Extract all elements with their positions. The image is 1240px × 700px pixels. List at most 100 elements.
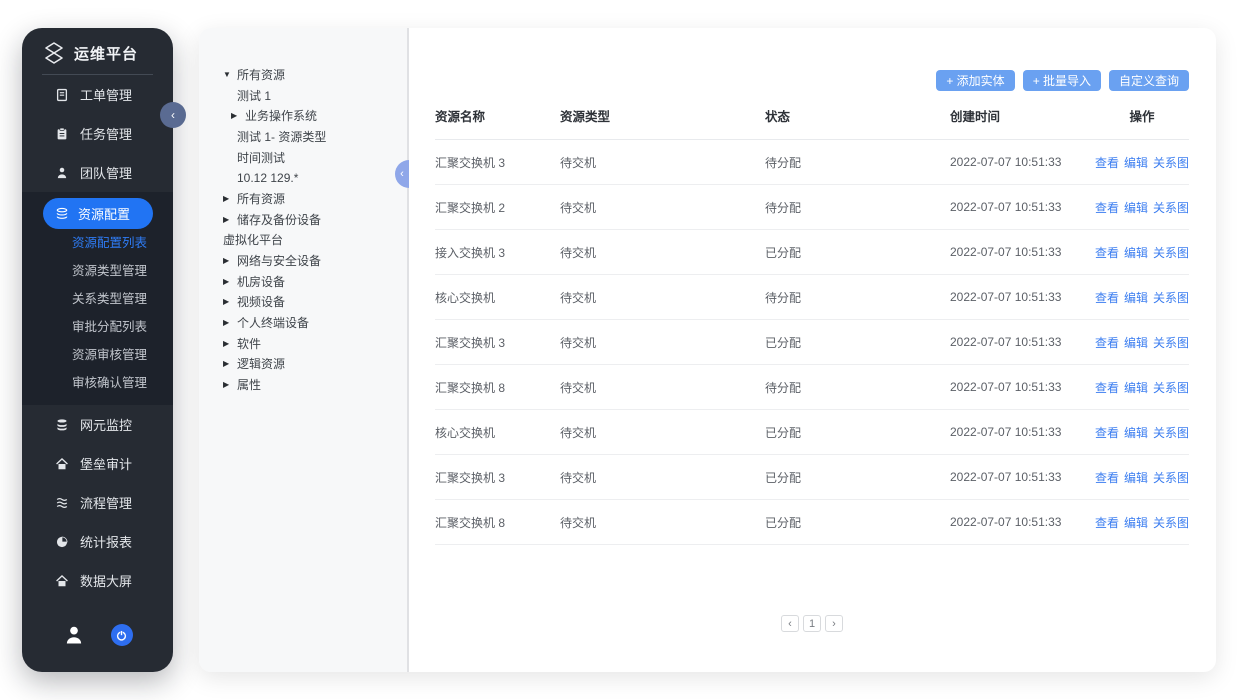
tree-item[interactable]: 测试 1 xyxy=(199,85,407,106)
tree-arrow-icon: ▶ xyxy=(223,359,237,368)
cell-actions: 查看 编辑 关系图 xyxy=(1095,514,1189,531)
sidebar-item-process-management[interactable]: 流程管理 xyxy=(22,483,173,522)
tree-item[interactable]: ▶ 逻辑资源 xyxy=(199,354,407,375)
edit-link[interactable]: 编辑 xyxy=(1124,379,1148,396)
sidebar-item-tasks[interactable]: 任务管理 xyxy=(22,114,173,153)
app-title: 运维平台 xyxy=(74,43,138,64)
relation-diagram-link[interactable]: 关系图 xyxy=(1153,154,1189,171)
cell-resource-name: 汇聚交换机 3 xyxy=(435,469,560,486)
tree-arrow-icon: ▶ xyxy=(223,339,237,348)
avatar-user-icon[interactable] xyxy=(63,624,85,646)
relation-diagram-link[interactable]: 关系图 xyxy=(1153,244,1189,261)
tree-item-label: 储存及备份设备 xyxy=(237,211,321,228)
sidebar-submenu-item[interactable]: 关系类型管理 xyxy=(22,285,173,313)
cell-status: 待分配 xyxy=(765,289,950,306)
edit-link[interactable]: 编辑 xyxy=(1124,424,1148,441)
cell-status: 已分配 xyxy=(765,334,950,351)
cell-resource-name: 汇聚交换机 8 xyxy=(435,514,560,531)
sidebar-nav: 工单管理 任务管理 团队管理 资源配置 资源配置列表 资源类型管理 关系类型管理 xyxy=(22,75,173,600)
custom-query-button[interactable]: 自定义查询 xyxy=(1109,70,1189,91)
view-link[interactable]: 查看 xyxy=(1095,154,1119,171)
view-link[interactable]: 查看 xyxy=(1095,334,1119,351)
add-entity-button[interactable]: + 添加实体 xyxy=(936,70,1014,91)
relation-diagram-link[interactable]: 关系图 xyxy=(1153,379,1189,396)
tree-item[interactable]: 虚拟化平台 xyxy=(199,230,407,251)
tree-item[interactable]: ▶ 软件 xyxy=(199,333,407,354)
tree-item[interactable]: ▼ 所有资源 xyxy=(199,64,407,85)
relation-diagram-link[interactable]: 关系图 xyxy=(1153,289,1189,306)
tree-arrow-icon: ▶ xyxy=(223,277,237,286)
sidebar: 运维平台 工单管理 任务管理 团队管理 资源配置 资源配置列表 xyxy=(22,28,173,672)
sidebar-collapse-button[interactable]: ‹ xyxy=(160,102,186,128)
logo-icon xyxy=(42,41,66,65)
table-row: 汇聚交换机 8 待交机 已分配 2022-07-07 10:51:33 查看 编… xyxy=(435,500,1189,545)
toolbar: + 添加实体 + 批量导入 自定义查询 xyxy=(435,70,1189,91)
tree-item[interactable]: 时间测试 xyxy=(199,147,407,168)
sidebar-item-bastion-audit[interactable]: 堡垒审计 xyxy=(22,444,173,483)
page-number-button[interactable]: 1 xyxy=(803,615,821,632)
home-icon xyxy=(55,457,69,471)
sidebar-item-teams[interactable]: 团队管理 xyxy=(22,153,173,192)
edit-link[interactable]: 编辑 xyxy=(1124,154,1148,171)
power-button[interactable] xyxy=(111,624,133,646)
edit-link[interactable]: 编辑 xyxy=(1124,289,1148,306)
view-link[interactable]: 查看 xyxy=(1095,379,1119,396)
edit-link[interactable]: 编辑 xyxy=(1124,334,1148,351)
tree-item[interactable]: ▶ 个人终端设备 xyxy=(199,312,407,333)
edit-link[interactable]: 编辑 xyxy=(1124,244,1148,261)
sidebar-item-resource-config[interactable]: 资源配置 xyxy=(43,198,153,229)
edit-link[interactable]: 编辑 xyxy=(1124,469,1148,486)
sidebar-submenu-item[interactable]: 审核确认管理 xyxy=(22,369,173,397)
edit-link[interactable]: 编辑 xyxy=(1124,514,1148,531)
sidebar-item-statistics-reports[interactable]: 统计报表 xyxy=(22,522,173,561)
edit-link[interactable]: 编辑 xyxy=(1124,199,1148,216)
cell-created-time: 2022-07-07 10:51:33 xyxy=(950,245,1095,259)
relation-diagram-link[interactable]: 关系图 xyxy=(1153,334,1189,351)
sidebar-submenu-item[interactable]: 资源配置列表 xyxy=(22,229,173,257)
sidebar-item-work-orders[interactable]: 工单管理 xyxy=(22,75,173,114)
tree-arrow-icon: ▶ xyxy=(223,297,237,306)
tree-item[interactable]: ▶ 视频设备 xyxy=(199,292,407,313)
tree-arrow-icon: ▼ xyxy=(223,70,237,79)
view-link[interactable]: 查看 xyxy=(1095,514,1119,531)
relation-diagram-link[interactable]: 关系图 xyxy=(1153,424,1189,441)
content-card: ▼ 所有资源 测试 1 ▶ 业务操作系统 测试 1- 资源类型 xyxy=(199,28,1216,672)
cell-resource-name: 汇聚交换机 3 xyxy=(435,334,560,351)
tree-item[interactable]: ▶ 网络与安全设备 xyxy=(199,250,407,271)
sidebar-submenu-item[interactable]: 资源类型管理 xyxy=(22,257,173,285)
table-row: 汇聚交换机 3 待交机 已分配 2022-07-07 10:51:33 查看 编… xyxy=(435,320,1189,365)
view-link[interactable]: 查看 xyxy=(1095,289,1119,306)
tree-item[interactable]: ▶ 储存及备份设备 xyxy=(199,209,407,230)
sidebar-item-data-dashboard[interactable]: 数据大屏 xyxy=(22,561,173,600)
relation-diagram-link[interactable]: 关系图 xyxy=(1153,469,1189,486)
cell-actions: 查看 编辑 关系图 xyxy=(1095,379,1189,396)
view-link[interactable]: 查看 xyxy=(1095,424,1119,441)
prev-page-button[interactable]: ‹ xyxy=(781,615,799,632)
sidebar-item-label: 堡垒审计 xyxy=(80,454,132,473)
sidebar-item-label: 资源配置 xyxy=(78,204,130,223)
sidebar-submenu-item[interactable]: 审批分配列表 xyxy=(22,313,173,341)
tree-item[interactable]: ▶ 属性 xyxy=(199,374,407,395)
next-page-button[interactable]: › xyxy=(825,615,843,632)
sidebar-submenu: 资源配置列表 资源类型管理 关系类型管理 审批分配列表 资源审核管理 审核确认管… xyxy=(22,229,173,397)
tree-item[interactable]: ▶ 机房设备 xyxy=(199,271,407,292)
sidebar-item-label: 流程管理 xyxy=(80,493,132,512)
sidebar-item-label: 任务管理 xyxy=(80,124,132,143)
sidebar-item-network-monitoring[interactable]: 网元监控 xyxy=(22,405,173,444)
column-header-actions: 操作 xyxy=(1095,106,1189,125)
sidebar-submenu-item[interactable]: 资源审核管理 xyxy=(22,341,173,369)
cell-status: 已分配 xyxy=(765,469,950,486)
view-link[interactable]: 查看 xyxy=(1095,244,1119,261)
relation-diagram-link[interactable]: 关系图 xyxy=(1153,199,1189,216)
cell-resource-name: 汇聚交换机 2 xyxy=(435,199,560,216)
batch-import-button[interactable]: + 批量导入 xyxy=(1023,70,1101,91)
tree-item[interactable]: ▶ 所有资源 xyxy=(199,188,407,209)
tree-item[interactable]: 10.12 129.* xyxy=(199,167,407,188)
view-link[interactable]: 查看 xyxy=(1095,199,1119,216)
view-link[interactable]: 查看 xyxy=(1095,469,1119,486)
relation-diagram-link[interactable]: 关系图 xyxy=(1153,514,1189,531)
tree-item[interactable]: 测试 1- 资源类型 xyxy=(199,126,407,147)
database-icon xyxy=(55,418,69,432)
tree-item[interactable]: ▶ 业务操作系统 xyxy=(199,105,407,126)
home-screen-icon xyxy=(55,574,69,588)
